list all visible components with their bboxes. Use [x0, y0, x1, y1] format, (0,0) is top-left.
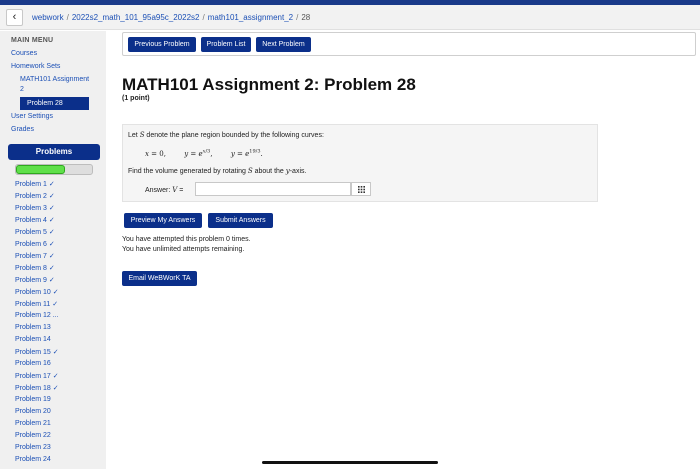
previous-problem-button[interactable]: Previous Problem	[128, 37, 196, 52]
breadcrumb-separator: /	[66, 12, 69, 22]
home-indicator	[262, 461, 438, 464]
progress-bar	[15, 164, 93, 175]
problem-list-item[interactable]: Problem 17 ✓	[15, 372, 59, 384]
back-button[interactable]: ‹	[6, 8, 23, 26]
answer-input[interactable]	[195, 182, 351, 196]
problem-list-item[interactable]: Problem 6 ✓	[15, 240, 59, 252]
problem-list-item[interactable]: Problem 1 ✓	[15, 180, 59, 192]
problem-list-item[interactable]: Problem 7 ✓	[15, 252, 59, 264]
problem-list-item[interactable]: Problem 8 ✓	[15, 264, 59, 276]
equation-1: x = 0,	[145, 150, 166, 159]
chevron-left-icon: ‹	[12, 11, 17, 23]
sidebar-item-assignment[interactable]: MATH101 Assignment	[20, 76, 89, 83]
breadcrumb-current: 28	[301, 12, 311, 22]
problems-header: Problems	[8, 144, 100, 160]
problem-list-item[interactable]: Problem 13	[15, 324, 59, 336]
problem-list-item[interactable]: Problem 24	[15, 456, 59, 468]
problem-nav: Previous Problem Problem List Next Probl…	[122, 32, 696, 56]
problem-equations: x = 0, y = ex/3, y = e19/3.	[145, 149, 279, 158]
sidebar-item-user-settings[interactable]: User Settings	[11, 113, 53, 120]
breadcrumb-webwork[interactable]: webwork	[32, 13, 64, 22]
breadcrumb-bar: ‹ webwork / 2022s2_math_101_95a95c_2022s…	[0, 5, 700, 30]
problem-question-mid: about the	[252, 168, 286, 175]
problem-question: Find the volume generated by rotating S …	[128, 167, 306, 175]
menu-title: MAIN MENU	[11, 37, 54, 44]
progress-bar-fill	[16, 165, 66, 174]
breadcrumb-separator: /	[296, 12, 299, 22]
grid-icon	[357, 185, 365, 193]
problem-list-item[interactable]: Problem 19	[15, 396, 59, 408]
submit-answers-button[interactable]: Submit Answers	[208, 213, 273, 228]
breadcrumb-course[interactable]: 2022s2_math_101_95a95c_2022s2	[72, 13, 200, 22]
problem-list-item[interactable]: Problem 15 ✓	[15, 348, 59, 360]
breadcrumb: webwork / 2022s2_math_101_95a95c_2022s2 …	[32, 13, 310, 22]
equation-editor-button[interactable]	[351, 182, 371, 196]
problem-list-item[interactable]: Problem 22	[15, 432, 59, 444]
breadcrumb-assignment[interactable]: math101_assignment_2	[208, 13, 293, 22]
next-problem-button[interactable]: Next Problem	[256, 37, 311, 52]
problem-list-item[interactable]: Problem 16	[15, 360, 59, 372]
problem-list: Problem 1 ✓ Problem 2 ✓ Problem 3 ✓ Problem…	[15, 180, 59, 468]
problem-list-item[interactable]: Problem 12 ...	[15, 312, 59, 324]
problem-list-item[interactable]: Problem 20	[15, 408, 59, 420]
sidebar-item-active-problem[interactable]: Problem 28	[20, 97, 89, 110]
problem-list-item[interactable]: Problem 21	[15, 420, 59, 432]
preview-answers-button[interactable]: Preview My Answers	[124, 213, 202, 228]
email-ta-button[interactable]: Email WeBWorK TA	[122, 271, 197, 286]
problem-list-item[interactable]: Problem 2 ✓	[15, 192, 59, 204]
problem-list-button[interactable]: Problem List	[201, 37, 251, 52]
attempts-message: You have attempted this problem 0 times.	[122, 236, 251, 243]
breadcrumb-separator: /	[202, 12, 205, 22]
problem-intro-after: denote the plane region bounded by the f…	[144, 132, 324, 139]
points-label: (1 point)	[122, 95, 150, 102]
answer-label: Answer: V =	[145, 186, 184, 194]
sidebar-item-grades[interactable]: Grades	[11, 126, 34, 133]
problem-list-item[interactable]: Problem 23	[15, 444, 59, 456]
problem-intro: Let S denote the plane region bounded by…	[128, 131, 324, 139]
problem-list-item[interactable]: Problem 9 ✓	[15, 276, 59, 288]
problem-intro-before: Let	[128, 132, 140, 139]
problem-list-item[interactable]: Problem 18 ✓	[15, 384, 59, 396]
problem-question-after: -axis.	[289, 168, 307, 175]
problem-list-item[interactable]: Problem 3 ✓	[15, 204, 59, 216]
problem-list-item[interactable]: Problem 14	[15, 336, 59, 348]
equation-2: y = ex/3,	[184, 149, 213, 159]
sidebar-item-courses[interactable]: Courses	[11, 50, 37, 57]
sidebar-item-assignment-number[interactable]: 2	[20, 86, 24, 93]
problem-body: Let S denote the plane region bounded by…	[122, 124, 598, 202]
problem-list-item[interactable]: Problem 5 ✓	[15, 228, 59, 240]
sidebar: MAIN MENU Courses Homework Sets MATH101 …	[0, 31, 106, 469]
problem-list-item[interactable]: Problem 10 ✓	[15, 288, 59, 300]
sidebar-item-homework-sets[interactable]: Homework Sets	[11, 63, 60, 70]
equation-3: y = e19/3.	[230, 149, 263, 159]
problem-question-before: Find the volume generated by rotating	[128, 168, 248, 175]
page-title: MATH101 Assignment 2: Problem 28	[122, 75, 416, 94]
problem-list-item[interactable]: Problem 11 ✓	[15, 300, 59, 312]
remaining-message: You have unlimited attempts remaining.	[122, 246, 245, 253]
problem-list-item[interactable]: Problem 4 ✓	[15, 216, 59, 228]
